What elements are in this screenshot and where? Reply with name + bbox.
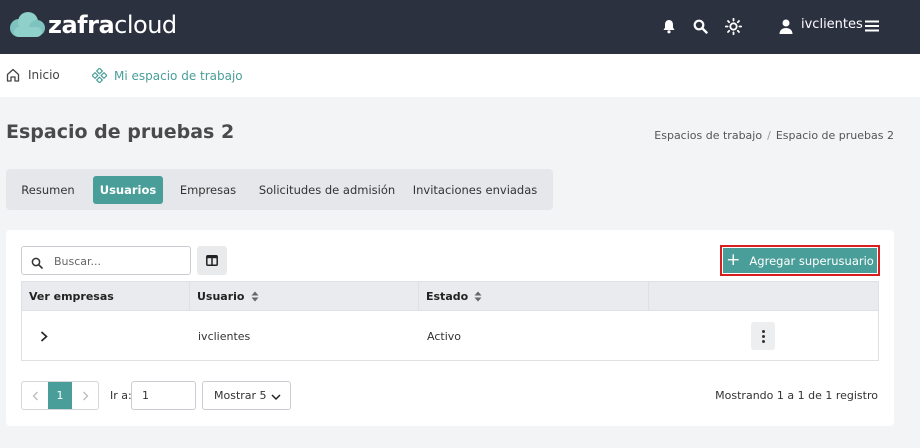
goto-page-input[interactable] <box>131 381 196 410</box>
tab-solicitudes[interactable]: Solicitudes de admisión <box>257 176 397 204</box>
menu-icon[interactable] <box>862 16 882 36</box>
page-title: Espacio de pruebas 2 <box>6 121 235 143</box>
tab-usuarios[interactable]: Usuarios <box>93 176 163 204</box>
prev-page-button[interactable] <box>22 382 48 409</box>
breadcrumb-item-current: Espacio de pruebas 2 <box>775 129 894 142</box>
users-table: Ver empresas Usuario Estado ivclientes A… <box>21 281 879 361</box>
tab-invitaciones[interactable]: Invitaciones enviadas <box>411 176 539 204</box>
kebab-dot <box>761 334 765 338</box>
add-superuser-button-inner: + Agregar superusuario <box>723 248 877 273</box>
page-size-select[interactable]: Mostrar 5 <box>202 381 291 410</box>
cell-user: ivclientes <box>198 330 251 343</box>
kebab-dot <box>761 339 765 343</box>
logo[interactable]: zafracloud <box>6 10 177 40</box>
nav-bar: Inicio Mi espacio de trabajo <box>0 54 920 97</box>
breadcrumb: Espacios de trabajo / Espacio de pruebas 2 <box>654 129 894 142</box>
chevron-right-icon <box>40 331 48 342</box>
add-superuser-label: Agregar superusuario <box>749 253 874 268</box>
tab-bar: Resumen Usuarios Empresas Solicitudes de… <box>6 169 553 210</box>
chevron-down-icon <box>271 391 281 404</box>
nav-home-label: Inicio <box>28 68 60 82</box>
expand-row-button[interactable] <box>40 312 60 361</box>
pagination: 1 <box>21 381 99 410</box>
column-header-actions <box>649 282 878 311</box>
column-header-ver-empresas: Ver empresas <box>22 282 190 311</box>
nav-workspace[interactable]: Mi espacio de trabajo <box>92 68 243 83</box>
chevron-right-icon <box>82 391 89 401</box>
table-header: Ver empresas Usuario Estado <box>22 282 878 311</box>
search-icon <box>31 254 43 273</box>
logo-text: zafracloud <box>48 11 177 39</box>
goto-page-label: Ir a: <box>110 389 132 402</box>
bell-icon[interactable] <box>659 16 679 36</box>
nav-workspace-label: Mi espacio de trabajo <box>114 68 243 83</box>
row-actions-button[interactable] <box>751 322 775 350</box>
records-summary: Mostrando 1 a 1 de 1 registro <box>715 389 878 402</box>
search-input[interactable] <box>54 252 184 270</box>
columns-toggle-button[interactable] <box>197 246 227 275</box>
sort-icon <box>251 291 259 302</box>
users-card: + Agregar superusuario Ver empresas Usua… <box>6 230 894 426</box>
next-page-button[interactable] <box>72 382 98 409</box>
sort-icon <box>474 291 482 302</box>
breadcrumb-item-workspaces[interactable]: Espacios de trabajo <box>654 129 762 142</box>
home-icon <box>6 68 20 82</box>
column-header-estado[interactable]: Estado <box>419 282 649 311</box>
workspace-icon <box>92 68 107 83</box>
sun-icon[interactable] <box>723 16 743 36</box>
tab-empresas[interactable]: Empresas <box>171 176 245 204</box>
top-bar: zafracloud ivclientes <box>0 0 920 54</box>
cloud-logo-icon <box>6 10 46 40</box>
page-size-label: Mostrar 5 <box>214 389 267 402</box>
user-name[interactable]: ivclientes <box>801 17 863 32</box>
page-button-current[interactable]: 1 <box>48 382 72 409</box>
user-icon[interactable] <box>776 16 796 36</box>
columns-icon <box>206 255 218 266</box>
search-icon[interactable] <box>690 16 710 36</box>
column-header-usuario[interactable]: Usuario <box>190 282 419 311</box>
tab-resumen[interactable]: Resumen <box>13 176 83 204</box>
kebab-dot <box>761 329 765 333</box>
add-superuser-button[interactable]: + Agregar superusuario <box>720 245 880 276</box>
cell-status: Activo <box>427 330 461 343</box>
search-box[interactable] <box>21 246 191 275</box>
chevron-left-icon <box>32 391 39 401</box>
plus-icon: + <box>726 250 741 270</box>
nav-home[interactable]: Inicio <box>6 68 60 82</box>
table-row: ivclientes Activo <box>22 312 878 361</box>
breadcrumb-separator: / <box>767 129 771 142</box>
